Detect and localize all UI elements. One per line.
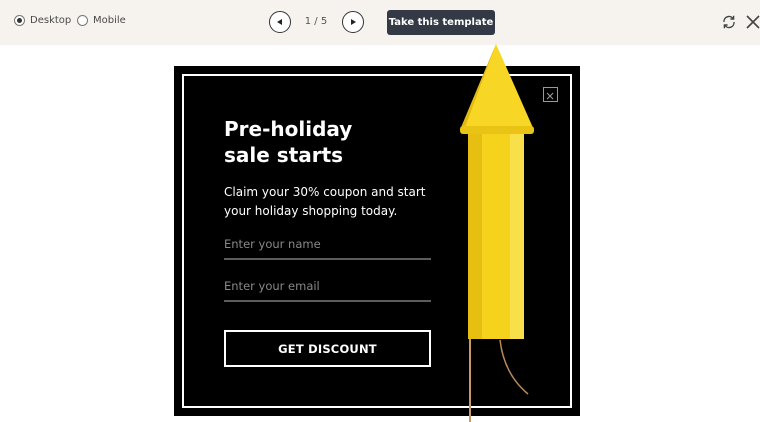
mobile-label: Mobile xyxy=(93,15,126,26)
page-indicator: 1 / 5 xyxy=(304,16,328,27)
popup-headline: Pre-holiday sale starts xyxy=(224,116,454,168)
radio-unselected-icon xyxy=(77,15,88,26)
mobile-radio[interactable]: Mobile xyxy=(77,15,126,26)
take-template-button[interactable]: Take this template xyxy=(387,10,495,35)
email-input[interactable] xyxy=(224,272,431,302)
triangle-left-icon xyxy=(277,19,282,25)
popup-close-button[interactable] xyxy=(543,87,558,102)
desktop-label: Desktop xyxy=(30,15,72,26)
popup-subtext: Claim your 30% coupon and start your hol… xyxy=(224,185,426,218)
headline-line-2: sale starts xyxy=(224,143,344,167)
firework-rocket-image xyxy=(460,44,534,422)
triangle-right-icon xyxy=(351,19,356,25)
desktop-radio[interactable]: Desktop xyxy=(14,15,71,26)
close-icon[interactable] xyxy=(745,14,760,30)
radio-selected-icon xyxy=(14,15,25,26)
headline-line-1: Pre-holiday xyxy=(224,117,353,141)
close-icon xyxy=(546,92,554,100)
get-discount-button[interactable]: GET DISCOUNT xyxy=(224,330,431,367)
previous-template-button[interactable] xyxy=(269,11,291,33)
next-template-button[interactable] xyxy=(342,11,364,33)
preview-toolbar: Desktop Mobile 1 / 5 Take this template xyxy=(0,0,760,45)
name-input[interactable] xyxy=(224,230,431,260)
refresh-icon[interactable] xyxy=(721,14,737,30)
